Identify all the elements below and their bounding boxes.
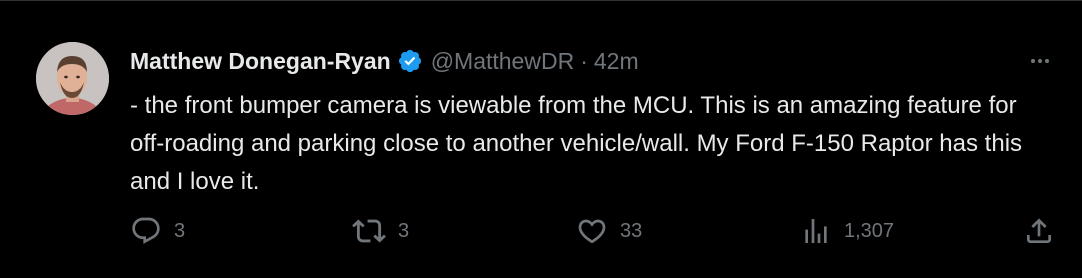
avatar-image bbox=[36, 42, 109, 115]
like-count: 33 bbox=[620, 219, 643, 242]
views-icon bbox=[800, 215, 832, 247]
tweet[interactable]: Matthew Donegan-Ryan @MatthewDR · 42m - … bbox=[0, 0, 1082, 278]
views-count: 1,307 bbox=[844, 219, 895, 242]
like-button[interactable]: 33 bbox=[576, 211, 642, 251]
share-icon bbox=[1023, 215, 1055, 247]
heart-icon bbox=[576, 215, 608, 247]
header-separator: · bbox=[580, 47, 588, 74]
tweet-actions: 3 3 33 1,307 bbox=[130, 211, 1060, 251]
author-name[interactable]: Matthew Donegan-Ryan bbox=[130, 48, 391, 75]
retweet-count: 3 bbox=[398, 219, 410, 242]
verified-badge-icon bbox=[397, 48, 423, 74]
reply-button[interactable]: 3 bbox=[130, 211, 185, 251]
tweet-timestamp[interactable]: 42m bbox=[594, 48, 639, 75]
retweet-icon bbox=[352, 214, 386, 248]
views-button[interactable]: 1,307 bbox=[800, 211, 894, 251]
retweet-button[interactable]: 3 bbox=[352, 211, 409, 251]
reply-count: 3 bbox=[174, 219, 186, 242]
more-icon[interactable] bbox=[1026, 47, 1054, 75]
share-button[interactable] bbox=[1023, 211, 1055, 251]
reply-icon bbox=[130, 215, 162, 247]
tweet-text: - the front bumper camera is viewable fr… bbox=[130, 92, 1023, 195]
avatar[interactable] bbox=[36, 42, 109, 115]
author-handle[interactable]: @MatthewDR bbox=[431, 48, 575, 75]
tweet-header: Matthew Donegan-Ryan @MatthewDR · 42m bbox=[130, 45, 639, 77]
